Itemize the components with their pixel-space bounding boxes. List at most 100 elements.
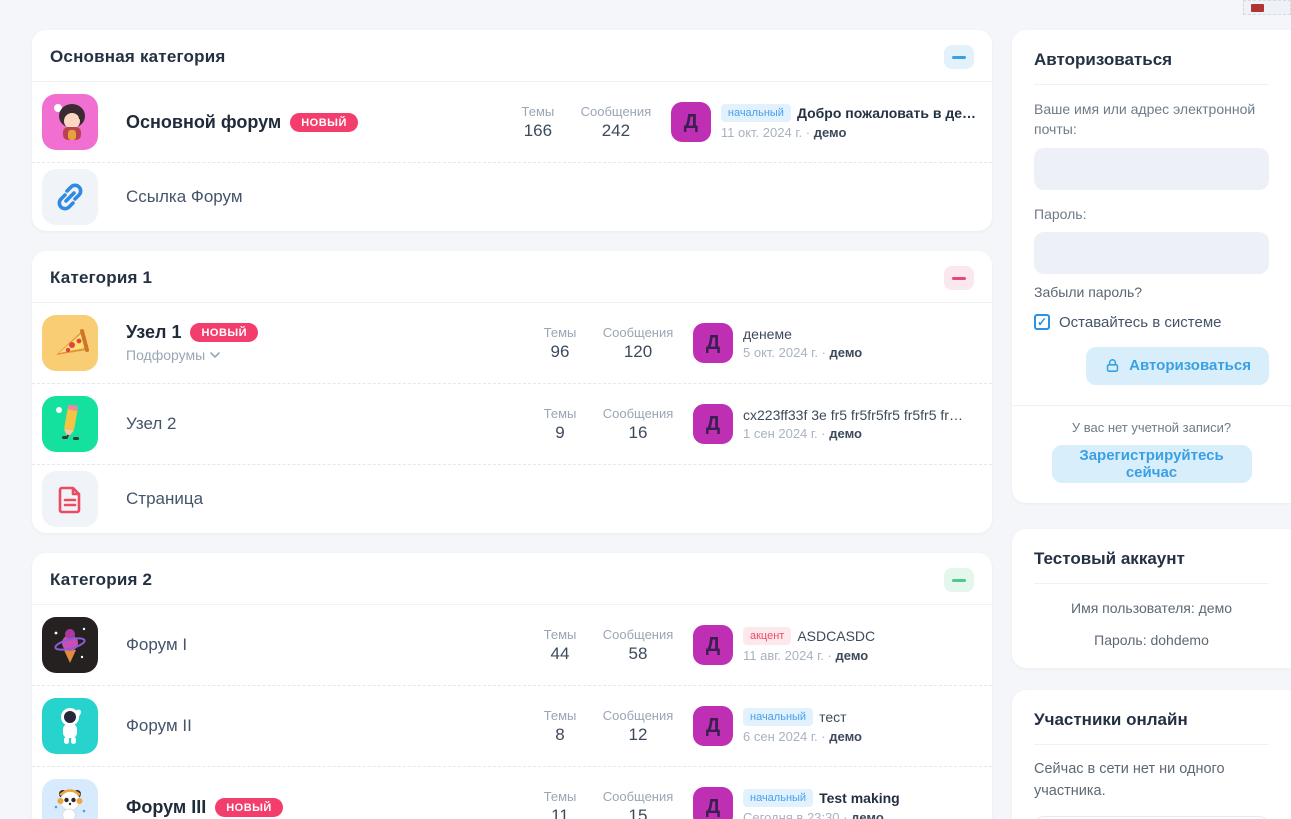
login-widget: Авторизоваться Ваше имя или адрес электр… [1012, 30, 1291, 503]
page-icon [58, 486, 81, 514]
stat-topics: Темы 166 [521, 103, 555, 140]
login-password-input[interactable] [1034, 231, 1269, 274]
forum-avatar[interactable] [42, 315, 98, 371]
category-header: Основная категория [32, 30, 992, 82]
login-password-label: Пароль: [1034, 205, 1087, 222]
register-button[interactable]: Зарегистрируйтесь сейчас [1051, 444, 1252, 483]
remember-row: ✓ Оставайтесь в системе [1034, 314, 1269, 331]
register-block: У вас нет учетной записи? Зарегистрируйт… [1012, 404, 1291, 503]
sidebar: Авторизоваться Ваше имя или адрес электр… [1012, 30, 1291, 819]
forgot-password-link[interactable]: Забыли пароль? [1034, 284, 1142, 300]
forum-avatar[interactable] [42, 779, 98, 819]
last-post-author[interactable]: демо [829, 729, 862, 744]
thread-prefix-badge: начальный [743, 708, 814, 726]
last-post: Д cx223ff33f 3e fr5 fr5fr5fr5 fr5fr5 fr…… [693, 404, 976, 444]
collapse-button[interactable] [944, 568, 974, 592]
last-post-date: 1 сен 2024 г. [743, 426, 818, 441]
stat-messages: Сообщения 120 [602, 324, 674, 361]
stat-messages: Сообщения 58 [602, 626, 674, 663]
forum-link[interactable]: Узел 2 [126, 414, 176, 434]
members-online-title: Участники онлайн [1034, 710, 1269, 745]
last-thread-link[interactable]: Test making [819, 790, 900, 806]
stat-topics: Темы 8 [543, 707, 577, 744]
forum-info: Форум III НОВЫЙ [126, 797, 521, 818]
forum-row-osnovnoy-forum: Основной форум НОВЫЙ Темы 166 Сообщения … [32, 82, 992, 162]
last-post: Д акцент ASDCASDC 11 авг. 2024 г. · демо [693, 625, 976, 665]
last-post-meta: 6 сен 2024 г. · демо [743, 729, 862, 744]
last-post-author[interactable]: демо [830, 345, 863, 360]
category-header: Категория 1 [32, 251, 992, 303]
new-badge: НОВЫЙ [190, 322, 259, 342]
minus-icon [952, 276, 966, 280]
forum-row-forum-1: Форум I Темы 44 Сообщения 58 Д акцент AS… [32, 605, 992, 685]
last-post: Д начальный тест 6 сен 2024 г. · демо [693, 706, 976, 746]
forum-avatar[interactable] [42, 169, 98, 225]
category-title: Основная категория [50, 47, 226, 66]
collapse-button[interactable] [944, 266, 974, 290]
space-icecream-icon [54, 627, 86, 663]
last-post-meta: 5 окт. 2024 г. · демо [743, 345, 863, 360]
forum-row-uzel-2: Узел 2 Темы 9 Сообщения 16 Д cx223ff33f … [32, 383, 992, 464]
login-title: Авторизоваться [1034, 50, 1269, 85]
last-thread-link[interactable]: cx223ff33f 3e fr5 fr5fr5fr5 fr5fr5 fr… [743, 407, 963, 423]
thread-prefix-badge: начальный [720, 104, 791, 122]
last-post-meta: 11 авг. 2024 г. · демо [743, 648, 869, 663]
stay-logged-in-checkbox[interactable]: ✓ [1034, 314, 1050, 331]
stat-messages: Сообщения 16 [602, 405, 674, 442]
forum-link[interactable]: Страница [126, 489, 203, 509]
last-post: Д денеме 5 окт. 2024 г. · демо [693, 323, 976, 363]
forum-info: Узел 1 НОВЫЙ Подфорумы [126, 322, 521, 365]
last-thread-link[interactable]: денеме [743, 326, 792, 342]
forum-info: Узел 2 [126, 414, 521, 434]
category-header: Категория 2 [32, 553, 992, 605]
user-avatar[interactable]: Д [670, 102, 711, 142]
user-avatar[interactable]: Д [693, 787, 733, 819]
last-post-date: 11 авг. 2024 г. [743, 648, 824, 663]
category-block-1: Категория 1 Узел 1 НОВЫЙ Подфорумы Темы … [32, 251, 992, 533]
category-title: Категория 1 [50, 268, 153, 287]
collapse-button[interactable] [944, 45, 974, 69]
forum-link[interactable]: Основной форум [126, 112, 281, 133]
user-avatar[interactable]: Д [693, 625, 733, 665]
forum-info: Основной форум НОВЫЙ [126, 112, 499, 133]
link-icon [57, 183, 83, 211]
last-thread-link[interactable]: ASDCASDC [797, 628, 875, 644]
user-avatar[interactable]: Д [693, 706, 733, 746]
new-badge: НОВЫЙ [215, 797, 283, 817]
last-post-date: 6 сен 2024 г. [743, 729, 818, 744]
forum-avatar[interactable] [42, 617, 98, 673]
forum-link[interactable]: Форум II [126, 716, 192, 736]
login-button[interactable]: Авторизоваться [1086, 346, 1269, 385]
forum-row-ssylka-forum: Ссылка Форум [32, 162, 992, 231]
forum-link[interactable]: Ссылка Форум [126, 187, 243, 207]
girl-cartoon-icon [54, 104, 85, 140]
forum-avatar[interactable] [42, 471, 98, 527]
forum-link[interactable]: Форум III [126, 797, 206, 818]
category-block-main: Основная категория Основной форум НОВЫЙ [32, 30, 992, 231]
last-thread-link[interactable]: Добро пожаловать в де… [797, 105, 976, 121]
forum-avatar[interactable] [42, 94, 98, 150]
thread-prefix-badge: начальный [743, 789, 814, 807]
user-avatar[interactable]: Д [693, 404, 733, 444]
forum-link[interactable]: Форум I [126, 635, 187, 655]
last-thread-link[interactable]: тест [819, 709, 846, 725]
subforums-toggle[interactable]: Подфорумы [126, 347, 220, 363]
stat-topics: Темы 96 [543, 324, 577, 361]
user-avatar[interactable]: Д [693, 323, 733, 363]
forum-link[interactable]: Узел 1 [126, 322, 181, 343]
stat-topics: Темы 44 [543, 626, 577, 663]
last-post-author[interactable]: демо [851, 810, 884, 819]
pencil-character-icon [56, 404, 79, 440]
last-post-author[interactable]: демо [836, 648, 869, 663]
forum-avatar[interactable] [42, 698, 98, 754]
stay-logged-in-label: Оставайтесь в системе [1059, 313, 1222, 331]
last-post-author[interactable]: демо [814, 125, 847, 140]
stat-messages: Сообщения 15 [602, 788, 674, 819]
debug-widget[interactable] [1243, 0, 1291, 15]
last-post-author[interactable]: демо [829, 426, 862, 441]
astronaut-icon [61, 708, 82, 744]
test-account-title: Тестовый аккаунт [1034, 549, 1269, 584]
login-name-input[interactable] [1034, 147, 1269, 190]
stat-messages: Сообщения 242 [580, 103, 652, 140]
forum-avatar[interactable] [42, 396, 98, 452]
